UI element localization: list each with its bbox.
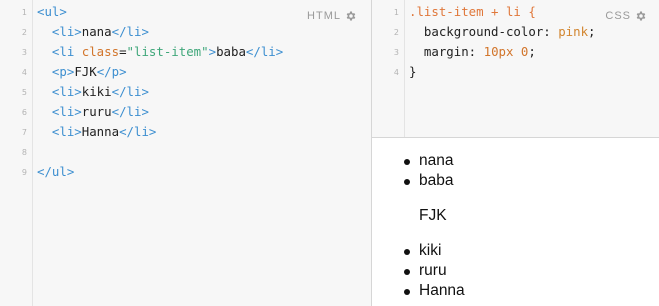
code-text[interactable]: background-color: pink;	[409, 22, 596, 42]
code-token: pink	[558, 24, 589, 39]
code-token: class	[81, 44, 120, 59]
code-text[interactable]: <li>nana</li>	[37, 22, 149, 42]
code-token: ;	[588, 24, 596, 39]
code-token: <p>	[51, 64, 75, 79]
html-pane-label: HTML	[307, 10, 341, 22]
code-text[interactable]: <li>ruru</li>	[37, 102, 149, 122]
code-token: </li>	[119, 124, 157, 139]
gear-icon[interactable]	[635, 10, 647, 22]
code-text[interactable]: <p>FJK</p>	[37, 62, 127, 82]
line-number: 1	[21, 8, 27, 17]
code-token: </li>	[111, 104, 149, 119]
line-number: 1	[393, 8, 399, 17]
line-number: 2	[393, 28, 399, 37]
line-number: 3	[393, 48, 399, 57]
code-token: nana	[81, 24, 112, 39]
code-text[interactable]: <ul>	[37, 2, 67, 22]
preview-list: nana baba FJK kiki ruru Hanna	[404, 151, 465, 301]
line-number: 9	[21, 168, 27, 177]
result-preview: nana baba FJK kiki ruru Hanna	[372, 138, 659, 306]
code-token: </ul>	[37, 164, 75, 179]
code-token: ul	[44, 4, 60, 19]
code-text[interactable]: </ul>	[37, 162, 74, 182]
line-number: 5	[21, 88, 27, 97]
list-item: baba	[404, 171, 465, 191]
code-token: FJK	[74, 64, 97, 79]
code-token: </li>	[111, 84, 149, 99]
list-item: Hanna	[404, 282, 465, 299]
code-token: </p>	[96, 64, 127, 79]
code-text[interactable]: <li>Hanna</li>	[37, 122, 156, 142]
code-token: <li>	[51, 124, 82, 139]
code-token: 10px 0	[483, 44, 529, 59]
code-token: .list-item + li {	[409, 4, 536, 19]
code-token: >	[208, 44, 217, 59]
code-token: ;	[528, 44, 536, 59]
css-editor-pane[interactable]: 1 .list-item + li { 2 background-color: pi…	[372, 0, 659, 137]
preview-paragraph: FJK	[419, 207, 447, 224]
line-number: 4	[21, 68, 27, 77]
line-number: 2	[21, 28, 27, 37]
code-token: }	[409, 64, 417, 79]
code-token: <li	[51, 44, 82, 59]
code-token: background-color:	[409, 24, 559, 39]
code-text[interactable]: margin: 10px 0;	[409, 42, 536, 62]
list-item: ruru	[404, 261, 465, 281]
code-text[interactable]: .list-item + li {	[409, 2, 536, 22]
html-pane-header[interactable]: HTML	[307, 10, 357, 22]
line-number: 6	[21, 108, 27, 117]
code-text[interactable]: }	[409, 62, 416, 82]
code-token: ruru	[81, 104, 112, 119]
list-item: kiki	[404, 241, 465, 261]
code-token: "list-item"	[126, 44, 209, 59]
code-token: margin:	[409, 44, 484, 59]
code-token: </li>	[245, 44, 284, 59]
code-text[interactable]: <li class="list-item">baba</li>	[37, 42, 283, 62]
code-token: <li>	[51, 24, 82, 39]
code-text[interactable]: <li>kiki</li>	[37, 82, 149, 102]
code-token: =	[119, 44, 127, 59]
code-token: kiki	[81, 84, 112, 99]
line-number: 3	[21, 48, 27, 57]
code-token: <li>	[51, 104, 82, 119]
list-item: nana	[404, 151, 465, 171]
html-editor-pane[interactable]: 1 <ul> 2 <li>nana</li> 3 <li class="list-it…	[0, 0, 371, 306]
css-pane-label: CSS	[605, 10, 631, 22]
code-token: >	[59, 4, 67, 19]
line-number: 8	[21, 148, 27, 157]
line-number: 4	[393, 68, 399, 77]
code-token: baba	[216, 44, 246, 59]
code-token: Hanna	[81, 124, 120, 139]
css-pane-header[interactable]: CSS	[605, 10, 647, 22]
code-token: <li>	[51, 84, 82, 99]
code-token: </li>	[111, 24, 149, 39]
gear-icon[interactable]	[345, 10, 357, 22]
line-number: 7	[21, 128, 27, 137]
